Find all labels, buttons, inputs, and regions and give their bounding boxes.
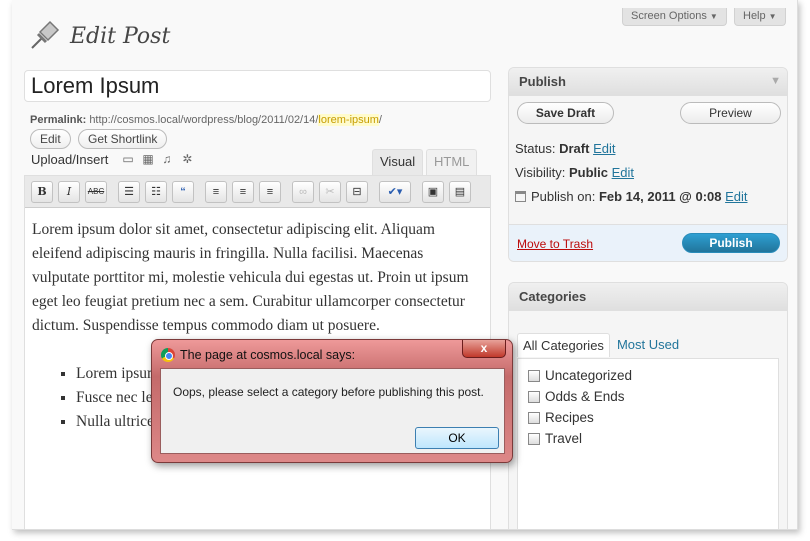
category-item[interactable]: Travel [528, 428, 768, 449]
editor-toolbar: B I ABC ☰ ☷ “ ≡ ≡ ≡ ∞ ✂ ⊟ ✔▾ ▣ ▤ [25, 176, 490, 208]
close-icon[interactable]: x [462, 340, 506, 358]
publish-button[interactable]: Publish [682, 233, 780, 253]
permalink-trail: / [378, 114, 382, 126]
unlink-icon[interactable]: ✂ [319, 180, 341, 203]
ok-button[interactable]: OK [415, 427, 499, 449]
pushpin-icon [31, 20, 60, 49]
category-label: Recipes [545, 410, 594, 425]
category-checkbox[interactable] [528, 411, 540, 424]
preview-button[interactable]: Preview [680, 102, 781, 124]
get-shortlink-button[interactable]: Get Shortlink [78, 129, 168, 149]
upload-insert-label: Upload/Insert [31, 152, 109, 167]
tab-visual[interactable]: Visual [372, 149, 424, 176]
link-icon[interactable]: ∞ [292, 180, 314, 203]
categories-heading: Categories [519, 289, 587, 304]
publish-box-header[interactable]: Publish ▼ [509, 68, 787, 96]
edit-visibility-link[interactable]: Edit [612, 165, 634, 180]
category-tabs: All Categories Most Used [517, 333, 684, 357]
strikethrough-icon[interactable]: ABC [85, 180, 107, 203]
editor-paragraph: Lorem ipsum dolor sit amet, consectetur … [32, 221, 469, 334]
tab-all-categories[interactable]: All Categories [517, 333, 610, 357]
bullet-list-icon[interactable]: ☰ [118, 180, 140, 203]
edit-status-link[interactable]: Edit [593, 141, 615, 156]
publish-actions: Move to Trash Publish [509, 224, 787, 261]
screen-options-tab[interactable]: Screen Options ▼ [622, 8, 727, 26]
help-tab[interactable]: Help ▼ [734, 8, 786, 26]
category-label: Uncategorized [545, 368, 633, 383]
chrome-icon [161, 348, 175, 362]
permalink-label: Permalink: [30, 114, 87, 126]
publish-box: Publish ▼ Save Draft Preview Status: Dra… [508, 67, 788, 262]
category-checkbox[interactable] [528, 432, 540, 445]
category-item[interactable]: Uncategorized [528, 365, 768, 386]
category-label: Odds & Ends [545, 389, 625, 404]
status-row: Status: Draft Edit [515, 141, 615, 156]
category-item[interactable]: Recipes [528, 407, 768, 428]
italic-icon[interactable]: I [58, 180, 80, 203]
categories-box-header[interactable]: Categories [509, 283, 787, 311]
edit-date-link[interactable]: Edit [725, 189, 747, 204]
tab-html[interactable]: HTML [426, 149, 478, 176]
status-value: Draft [559, 141, 590, 156]
fullscreen-icon[interactable]: ▣ [422, 180, 444, 203]
permalink-slug[interactable]: lorem-ipsum [318, 114, 379, 126]
save-draft-button[interactable]: Save Draft [517, 102, 614, 124]
blockquote-icon[interactable]: “ [172, 180, 194, 203]
caret-down-icon: ▼ [768, 12, 777, 21]
calendar-icon [515, 191, 526, 202]
numbered-list-icon[interactable]: ☷ [145, 180, 167, 203]
category-checklist: Uncategorized Odds & Ends Recipes Travel [517, 358, 779, 529]
publish-date-row: Publish on: Feb 14, 2011 @ 0:08 Edit [515, 189, 748, 204]
move-to-trash-link[interactable]: Move to Trash [517, 237, 593, 251]
align-center-icon[interactable]: ≡ [232, 180, 254, 203]
tab-most-used[interactable]: Most Used [612, 333, 684, 357]
help-label: Help [743, 10, 766, 22]
screen-options-label: Screen Options [631, 10, 707, 22]
upload-insert-bar: Upload/Insert ▭ ▦ ♫ ✲ [31, 152, 194, 167]
spellcheck-icon[interactable]: ✔▾ [379, 180, 411, 203]
add-image-icon[interactable]: ▭ [122, 153, 134, 165]
page-title: Edit Post [70, 23, 171, 49]
add-audio-icon[interactable]: ♫ [162, 153, 174, 165]
dialog-title: The page at cosmos.local says: [180, 348, 356, 362]
publish-on-value: Feb 14, 2011 @ 0:08 [598, 189, 722, 204]
category-item[interactable]: Odds & Ends [528, 386, 768, 407]
add-media-icon[interactable]: ✲ [182, 153, 194, 165]
permalink-base: http://cosmos.local/wordpress/blog/2011/… [89, 114, 319, 126]
bold-icon[interactable]: B [31, 180, 53, 203]
dialog-message: Oops, please select a category before pu… [173, 385, 484, 399]
visibility-value: Public [568, 165, 608, 180]
visibility-label: Visibility: [515, 165, 566, 180]
post-title-input[interactable] [24, 70, 491, 102]
kitchen-sink-icon[interactable]: ▤ [449, 180, 471, 203]
collapse-arrow-icon[interactable]: ▼ [770, 75, 781, 87]
category-checkbox[interactable] [528, 369, 540, 382]
status-label: Status: [515, 141, 556, 156]
align-left-icon[interactable]: ≡ [205, 180, 227, 203]
category-checkbox[interactable] [528, 390, 540, 403]
more-tag-icon[interactable]: ⊟ [346, 180, 368, 203]
publish-on-label: Publish on: [531, 189, 596, 204]
caret-down-icon: ▼ [709, 12, 718, 21]
category-label: Travel [545, 431, 583, 446]
publish-heading: Publish [519, 74, 566, 89]
page-title-area: Edit Post [28, 20, 170, 52]
add-video-icon[interactable]: ▦ [142, 153, 154, 165]
visibility-row: Visibility: Public Edit [515, 165, 634, 180]
align-right-icon[interactable]: ≡ [259, 180, 281, 203]
dialog-body: Oops, please select a category before pu… [160, 368, 505, 454]
permalink: Permalink: http://cosmos.local/wordpress… [30, 114, 382, 126]
edit-permalink-button[interactable]: Edit [30, 129, 71, 149]
alert-dialog: The page at cosmos.local says: x Oops, p… [151, 339, 513, 463]
categories-box: Categories All Categories Most Used Unca… [508, 282, 788, 529]
